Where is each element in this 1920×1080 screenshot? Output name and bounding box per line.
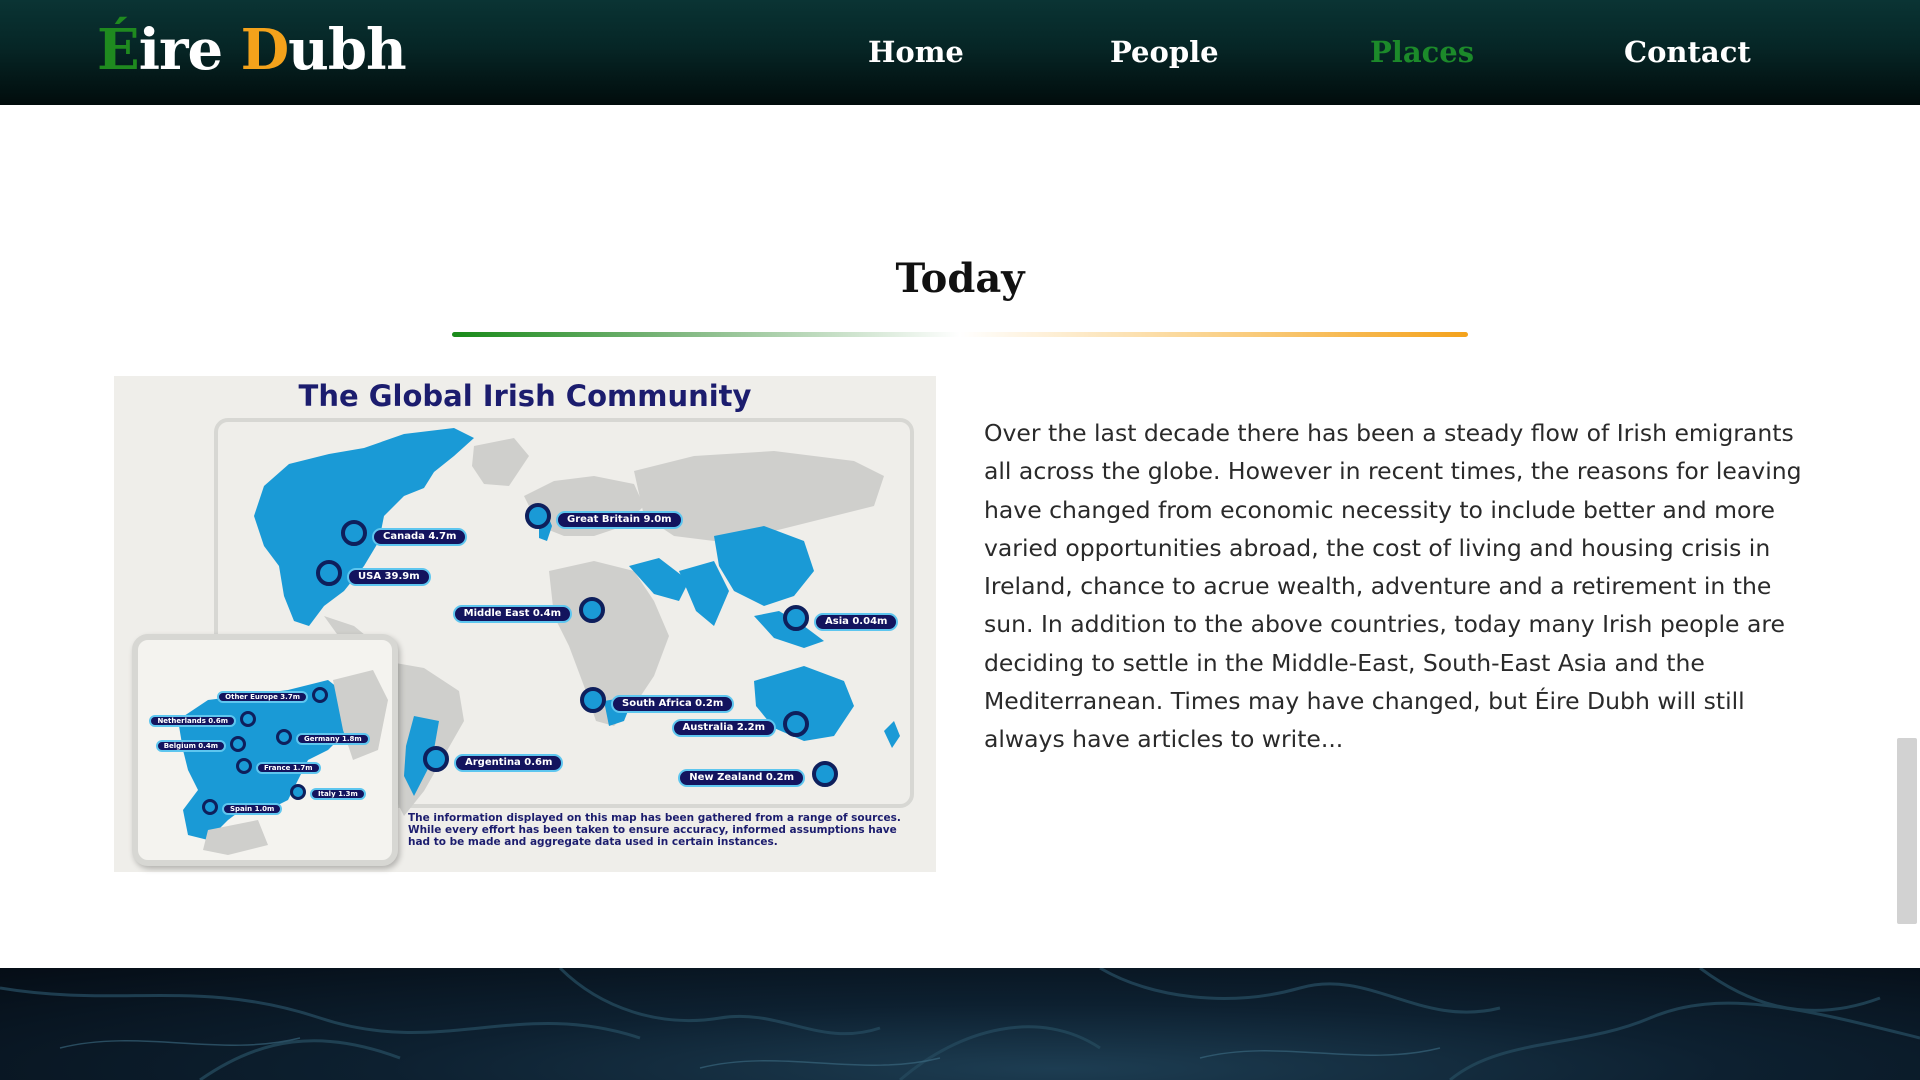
pin-label: USA 39.9m [347,568,431,586]
pin-dot [240,711,256,727]
section-title: Today [895,255,1025,302]
pin-dot [783,711,809,737]
pin-label: Canada 4.7m [372,528,468,546]
pin-dot [202,799,218,815]
pin-label: Germany 1.8m [296,733,370,745]
pin-label: Belgium 0.4m [155,740,226,752]
nav-contact[interactable]: Contact [1624,28,1751,76]
pin-dot [312,687,328,703]
pin-dot [341,520,367,546]
nav-places[interactable]: Places [1370,28,1474,76]
pin-dot [580,687,606,713]
nav-people[interactable]: People [1110,28,1219,76]
pin-dot [812,761,838,787]
pin-dot [783,605,809,631]
pin-label: France 1.7m [256,762,321,774]
pin-dot [290,784,306,800]
pin-label: Great Britain 9.0m [556,511,683,529]
pin-dot [230,736,246,752]
pin-label: Australia 2.2m [671,719,776,737]
pin-dot [276,729,292,745]
pin-label: Asia 0.04m [814,613,899,631]
pin-dot [525,503,551,529]
pin-label: New Zealand 0.2m [678,769,805,787]
pin-dot [423,746,449,772]
logo-letter-d: D [240,17,290,83]
forest-background-image [0,968,1920,1080]
pin-dot [579,597,605,623]
pin-label: Spain 1.0m [222,803,283,815]
logo-letter-e: É [97,17,140,83]
site-logo[interactable]: Éire Dubh [97,10,407,90]
pin-dot [316,560,342,586]
pin-dot [236,758,252,774]
logo-word-ubh: ubh [288,17,407,83]
pin-label: Argentina 0.6m [454,754,564,772]
section-body-text: Over the last decade there has been a st… [984,419,1802,754]
pin-label: South Africa 0.2m [611,695,735,713]
global-irish-map-image: The Global Irish Community Canada 4.7m U… [114,376,936,872]
title-divider [452,332,1468,337]
pin-label: Middle East 0.4m [452,605,572,623]
map-disclaimer: The information displayed on this map ha… [408,812,901,848]
pin-label: Netherlands 0.6m [149,715,236,727]
nav-home[interactable]: Home [868,28,964,76]
pin-label: Italy 1.3m [310,788,366,800]
forest-branches-graphic [0,968,1920,1080]
site-header: Éire Dubh Home People Places Contact [0,0,1920,105]
pin-label: Other Europe 3.7m [217,691,308,703]
logo-word-ire: ire [138,17,241,83]
page-scrollbar-thumb[interactable] [1897,738,1917,924]
